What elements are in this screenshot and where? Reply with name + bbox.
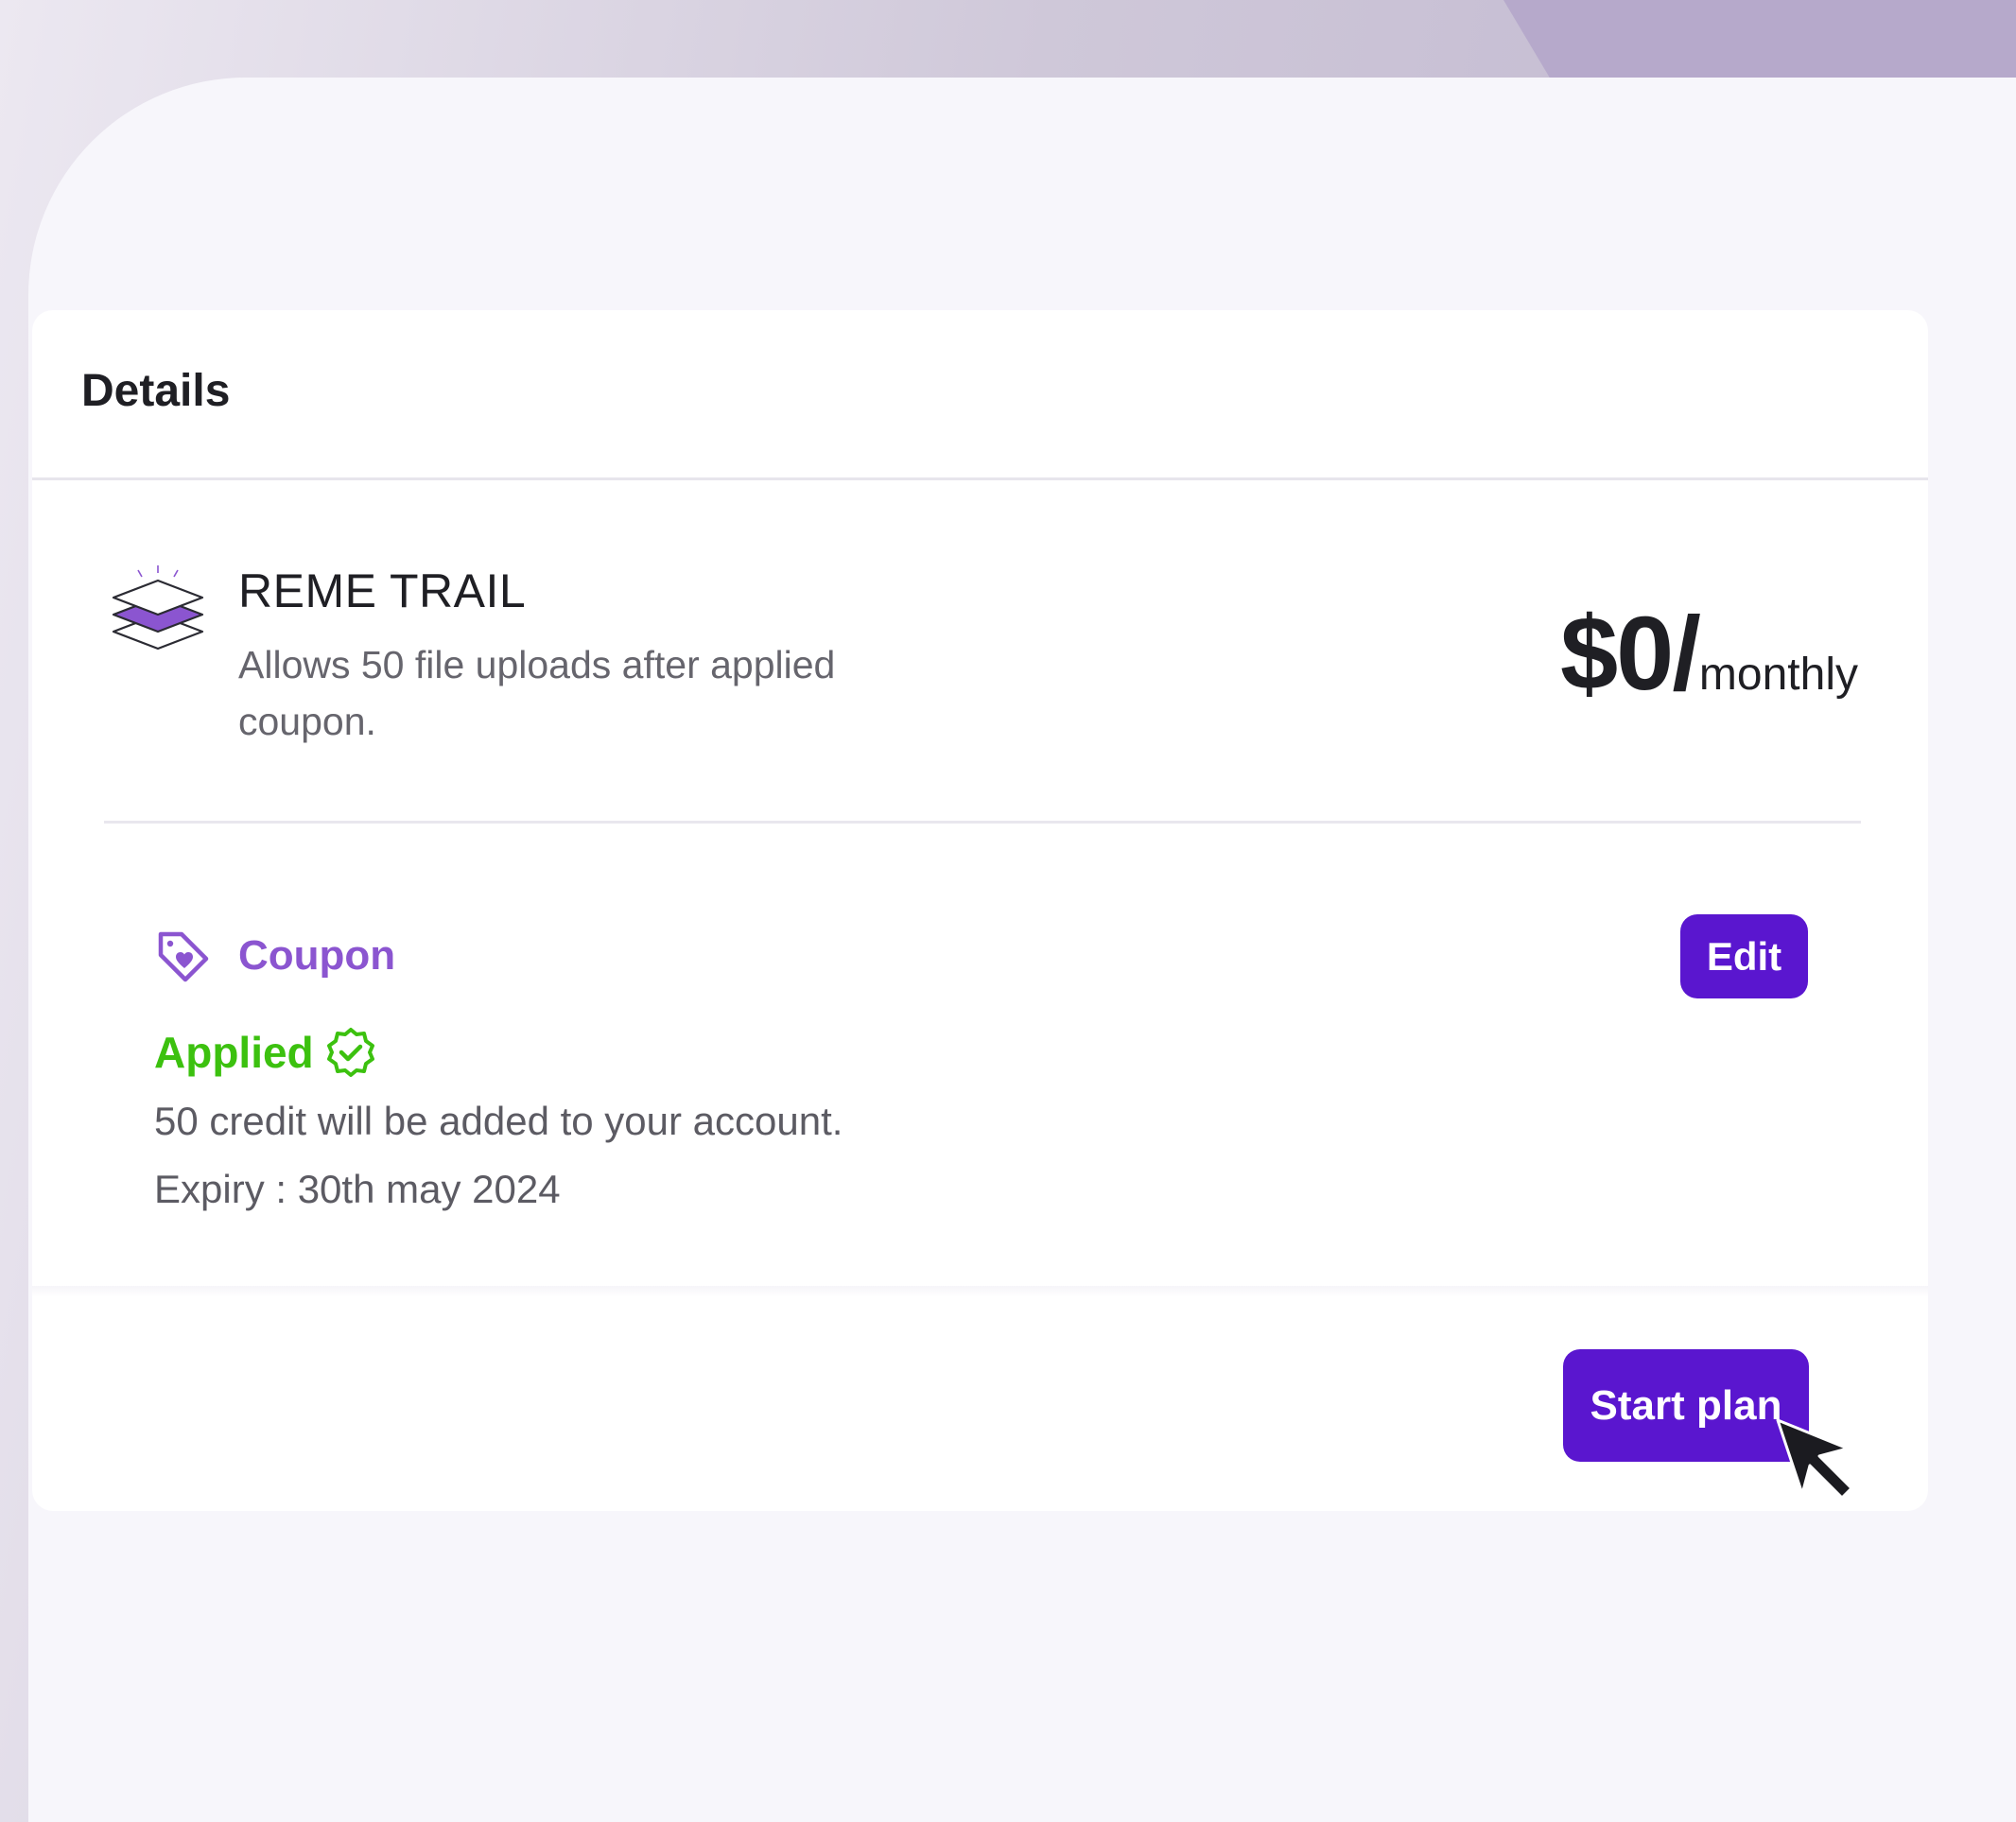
card-title: Details	[81, 366, 231, 416]
mouse-cursor-icon	[1776, 1418, 1853, 1500]
applied-status-text: Applied	[154, 1028, 314, 1077]
start-plan-button[interactable]: Start plan	[1563, 1349, 1809, 1462]
card-header: Details	[32, 310, 1928, 480]
price-period: monthly	[1698, 650, 1858, 700]
price-amount: $0/	[1560, 596, 1701, 712]
section-divider	[104, 821, 1861, 824]
footer-separator	[32, 1286, 1928, 1297]
coupon-status: Applied	[154, 1027, 376, 1078]
tag-heart-icon	[158, 931, 209, 982]
plan-name: REME TRAIL	[238, 564, 527, 617]
plan-description: Allows 50 file uploads after applied cou…	[238, 643, 836, 743]
coupon-label: Coupon	[238, 932, 396, 979]
background-shape	[1503, 0, 2016, 78]
verified-check-icon	[326, 1028, 374, 1077]
credit-info: 50 credit will be added to your account.	[154, 1099, 843, 1143]
plan-price: $0/monthly	[1560, 594, 1858, 714]
expiry-info: Expiry : 30th may 2024	[154, 1167, 561, 1211]
layers-icon	[112, 565, 204, 651]
edit-coupon-button[interactable]: Edit	[1680, 914, 1808, 998]
details-card: Details REME TRAIL Allows 50 file upload…	[32, 310, 1928, 1511]
